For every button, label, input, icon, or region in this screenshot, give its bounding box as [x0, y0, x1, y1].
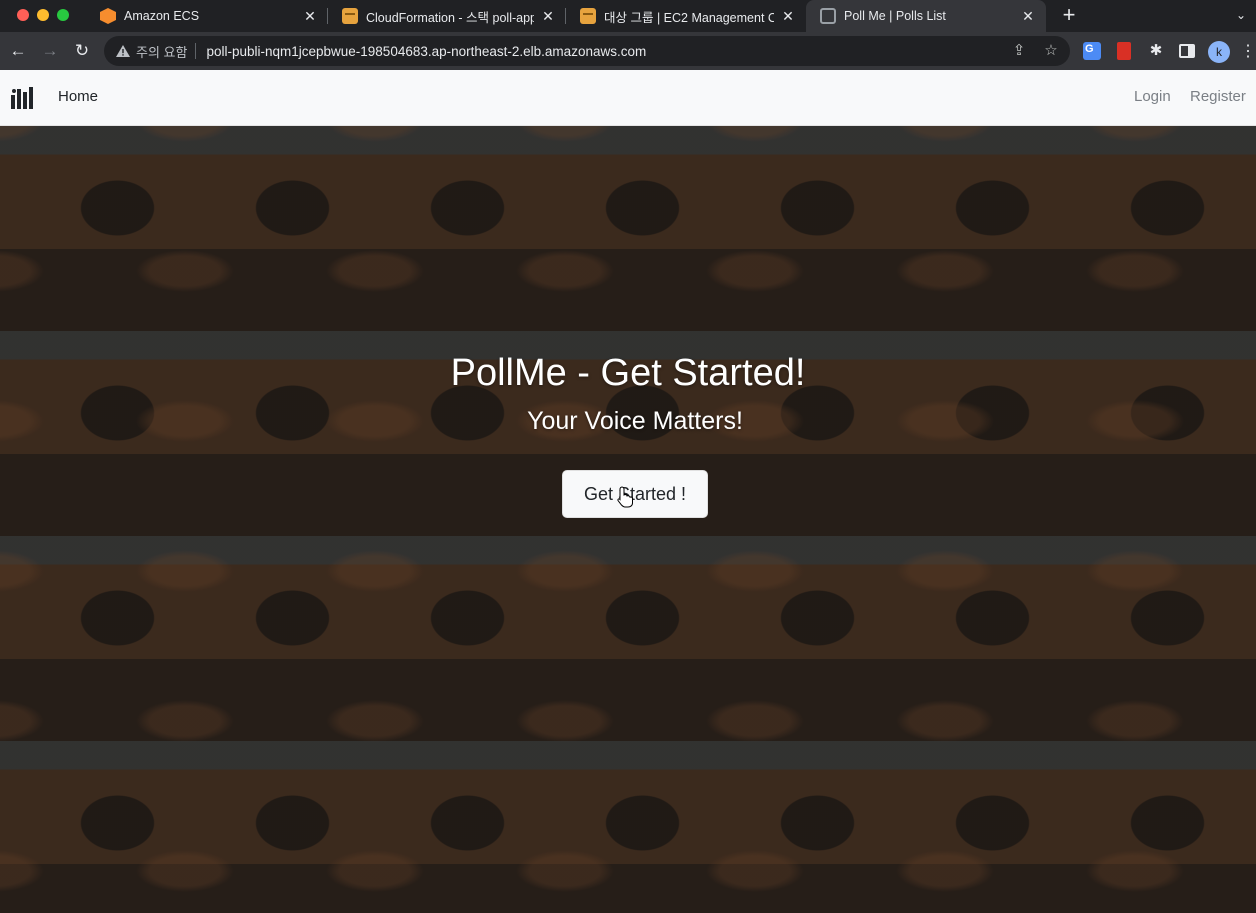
nav-login-link[interactable]: Login [1134, 88, 1171, 105]
warning-icon[interactable] [116, 45, 130, 57]
pdf-extension-icon[interactable] [1117, 42, 1131, 60]
hand-cursor-icon [617, 486, 633, 508]
close-tab-icon[interactable]: ✕ [540, 8, 556, 24]
window-close-button[interactable] [17, 9, 29, 21]
browser-tab-poll-me[interactable]: Poll Me | Polls List ✕ [806, 0, 1046, 32]
browser-menu-icon[interactable]: ⋮ [1240, 41, 1256, 63]
profile-avatar[interactable]: k [1208, 41, 1230, 63]
tab-title: Poll Me | Polls List [844, 9, 946, 23]
browser-tab-bar: Amazon ECS ✕ CloudFormation - 스택 poll-ap… [0, 0, 1256, 32]
tab-title: Amazon ECS [124, 9, 200, 23]
side-panel-icon[interactable] [1179, 44, 1195, 58]
nav-home-link[interactable]: Home [58, 88, 98, 105]
close-tab-icon[interactable]: ✕ [1020, 8, 1036, 24]
tab-title: 대상 그룹 | EC2 Management Co [604, 10, 774, 25]
tab-search-chevron-icon[interactable]: ⌄ [1232, 6, 1250, 24]
window-maximize-button[interactable] [57, 9, 69, 21]
browser-tab-amazon-ecs[interactable]: Amazon ECS ✕ [86, 0, 328, 32]
globe-icon [820, 8, 836, 24]
forward-arrow-icon[interactable]: → [38, 39, 62, 63]
url-text[interactable]: poll-publi-nqm1jcepbwue-198504683.ap-nor… [206, 44, 646, 59]
reload-icon[interactable]: ↻ [70, 39, 94, 63]
hero-subtitle: Your Voice Matters! [527, 407, 743, 435]
close-tab-icon[interactable]: ✕ [780, 8, 796, 24]
extensions-puzzle-icon[interactable]: ✱ [1147, 42, 1165, 60]
address-bar[interactable]: 주의 요함 poll-publi-nqm1jcepbwue-198504683.… [104, 36, 1070, 66]
nav-register-link[interactable]: Register [1190, 88, 1246, 105]
security-warning-label[interactable]: 주의 요함 [136, 42, 187, 61]
bookmark-star-icon[interactable]: ☆ [1042, 42, 1060, 60]
tab-title: CloudFormation - 스택 poll-app [366, 10, 534, 25]
browser-toolbar: ← → ↻ 주의 요함 poll-publi-nqm1jcepbwue-1985… [0, 32, 1256, 70]
poll-logo-icon[interactable] [11, 87, 35, 109]
ecs-icon [100, 8, 116, 24]
hero-title: PollMe - Get Started! [450, 352, 806, 394]
share-icon[interactable]: ⇪ [1010, 42, 1028, 60]
browser-tab-ec2-target-groups[interactable]: 대상 그룹 | EC2 Management Co ✕ [566, 0, 806, 32]
ec2-icon [580, 8, 596, 24]
cloudformation-icon [342, 8, 358, 24]
back-arrow-icon[interactable]: ← [6, 39, 30, 63]
window-minimize-button[interactable] [37, 9, 49, 21]
browser-tab-cloudformation[interactable]: CloudFormation - 스택 poll-app ✕ [328, 0, 566, 32]
close-tab-icon[interactable]: ✕ [302, 8, 318, 24]
hero-banner: PollMe - Get Started! Your Voice Matters… [0, 126, 1256, 913]
new-tab-button[interactable]: + [1058, 4, 1080, 26]
site-navbar: Home Login Register [0, 70, 1256, 126]
translate-extension-icon[interactable] [1083, 42, 1101, 60]
get-started-button[interactable]: Get Started ! [562, 470, 708, 518]
